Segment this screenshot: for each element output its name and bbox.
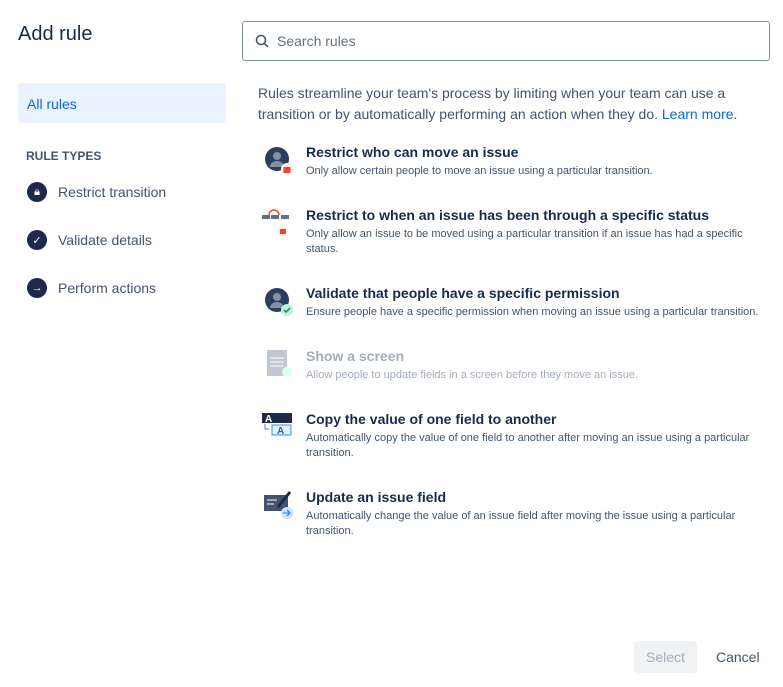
- sidebar-item-all-rules[interactable]: All rules: [18, 83, 226, 123]
- intro-end: .: [733, 106, 738, 122]
- rule-title: Copy the value of one field to another: [306, 411, 557, 427]
- rule-title: Validate that people have a specific per…: [306, 285, 620, 301]
- rule-desc: Automatically change the value of an iss…: [306, 510, 736, 537]
- rule-title: Restrict to when an issue has been throu…: [306, 207, 709, 223]
- svg-text:A: A: [277, 426, 284, 437]
- sidebar-item-label: Restrict transition: [58, 184, 167, 200]
- learn-more-link[interactable]: Learn more: [662, 106, 734, 122]
- rule-desc: Only allow certain people to move an iss…: [306, 165, 653, 177]
- sidebar-item-label: Perform actions: [58, 280, 157, 296]
- rule-restrict-who[interactable]: Restrict who can move an issue Only allow…: [262, 144, 762, 179]
- intro-body: Rules streamline your team's process by …: [258, 85, 726, 122]
- rule-title: Show a screen: [306, 348, 405, 364]
- rule-restrict-status[interactable]: Restrict to when an issue has been throu…: [262, 207, 762, 257]
- edit-field-icon: [262, 489, 294, 521]
- rule-desc: Allow people to update fields in a scree…: [306, 369, 639, 381]
- status-lock-icon: [262, 207, 294, 239]
- rule-desc: Only allow an issue to be moved using a …: [306, 228, 743, 255]
- rule-desc: Automatically copy the value of one fiel…: [306, 432, 750, 459]
- copy-field-icon: AA: [262, 411, 294, 443]
- sidebar-item-validate-details[interactable]: ✓ Validate details: [27, 230, 152, 250]
- dialog-title: Add rule: [18, 23, 93, 45]
- rule-show-screen: Show a screen Allow people to update fiel…: [262, 348, 762, 383]
- search-placeholder: Search rules: [277, 33, 356, 49]
- rule-title: Update an issue field: [306, 489, 447, 505]
- intro-text: Rules streamline your team's process by …: [258, 83, 758, 125]
- sidebar-item-restrict-transition[interactable]: 🔒︎ Restrict transition: [27, 182, 166, 202]
- sidebar-item-label: Validate details: [58, 232, 152, 248]
- person-check-icon: [262, 285, 294, 317]
- rule-update-field[interactable]: Update an issue field Automatically chang…: [262, 489, 762, 539]
- sidebar-item-perform-actions[interactable]: → Perform actions: [27, 278, 156, 298]
- check-icon: ✓: [27, 230, 47, 250]
- rule-types-heading: RULE TYPES: [26, 149, 102, 163]
- rule-desc: Ensure people have a specific permission…: [306, 306, 759, 318]
- search-icon: [255, 34, 269, 48]
- person-lock-icon: [262, 144, 294, 176]
- arrow-right-icon: →: [27, 278, 47, 298]
- rule-copy-field[interactable]: AA Copy the value of one field to anothe…: [262, 411, 762, 461]
- svg-text:A: A: [265, 414, 272, 425]
- lock-icon: 🔒︎: [27, 182, 47, 202]
- rule-validate-permission[interactable]: Validate that people have a specific per…: [262, 285, 762, 320]
- cancel-button[interactable]: Cancel: [704, 641, 772, 673]
- search-input[interactable]: Search rules: [242, 21, 770, 61]
- screen-icon: [262, 348, 294, 380]
- select-button[interactable]: Select: [634, 641, 697, 673]
- rule-title: Restrict who can move an issue: [306, 144, 519, 160]
